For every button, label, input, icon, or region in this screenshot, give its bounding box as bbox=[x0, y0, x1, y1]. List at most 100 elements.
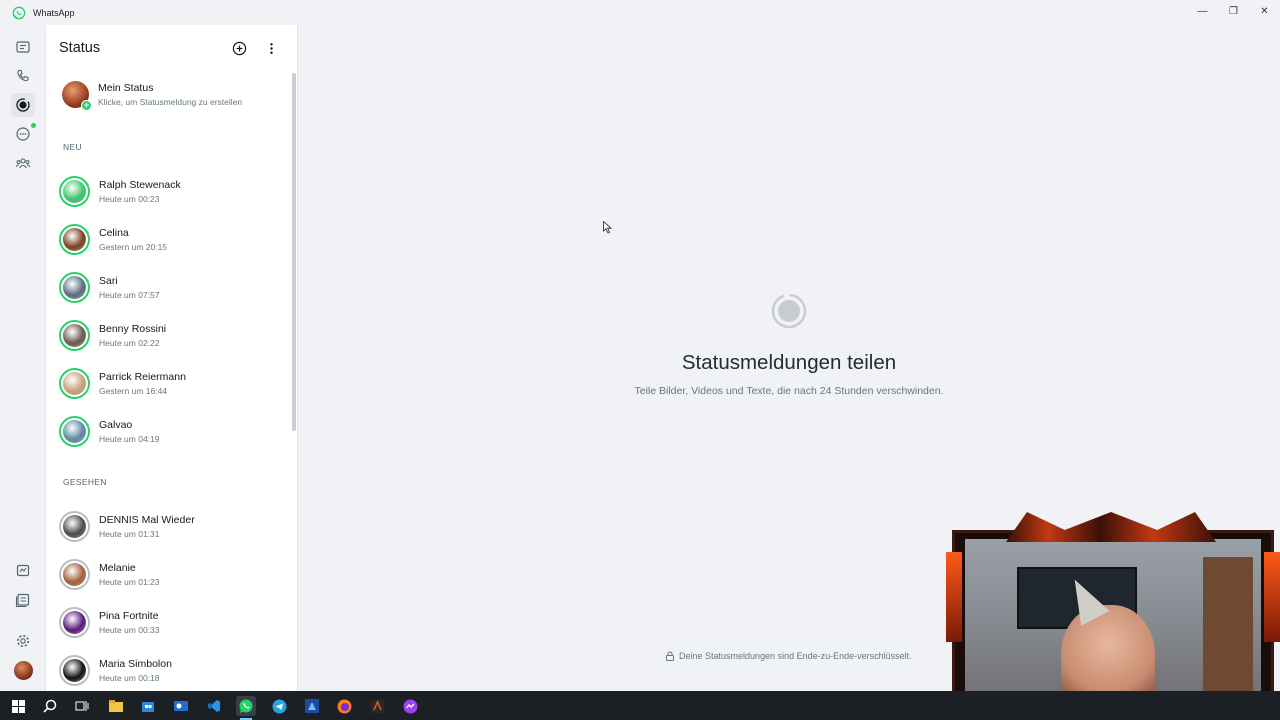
rail-starred-button[interactable] bbox=[11, 559, 35, 583]
status-item-new[interactable]: Sari Heute um 07:57 bbox=[46, 265, 290, 309]
status-icon bbox=[16, 98, 30, 112]
status-item-seen[interactable]: Maria Simbolon Heute um 00:18 bbox=[46, 648, 290, 691]
section-label-seen: GESEHEN bbox=[63, 477, 107, 487]
status-time: Heute um 04:19 bbox=[99, 433, 160, 444]
webcam-feed bbox=[965, 539, 1261, 709]
encryption-note: Deine Statusmeldungen sind Ende-zu-Ende-… bbox=[665, 651, 912, 661]
my-status-item[interactable]: + Mein Status Klicke, um Statusmeldung z… bbox=[46, 73, 290, 115]
status-ring bbox=[59, 510, 90, 542]
section-label-new: NEU bbox=[63, 142, 82, 152]
status-panel-header: Status bbox=[46, 25, 297, 71]
communities-icon bbox=[15, 158, 31, 169]
contact-name: DENNIS Mal Wieder bbox=[99, 513, 195, 526]
rail-archive-button[interactable] bbox=[11, 588, 35, 612]
rail-chats-button[interactable] bbox=[11, 35, 35, 59]
rail-communities-button[interactable] bbox=[11, 151, 35, 175]
status-panel: Status + Mein Status Klicke, um Statusme… bbox=[46, 25, 298, 691]
rail-status-button[interactable] bbox=[11, 93, 35, 117]
menu-button[interactable] bbox=[260, 37, 282, 59]
contact-name: Benny Rossini bbox=[99, 322, 167, 335]
firefox-icon bbox=[337, 699, 351, 713]
status-item-seen[interactable]: DENNIS Mal Wieder Heute um 01:31 bbox=[46, 504, 290, 548]
azure-button[interactable] bbox=[302, 696, 322, 716]
contact-avatar bbox=[63, 371, 86, 395]
start-button[interactable] bbox=[8, 696, 28, 716]
close-icon: ✕ bbox=[1260, 5, 1269, 17]
minimize-icon: — bbox=[1197, 5, 1208, 17]
start-icon bbox=[11, 699, 25, 713]
status-item-new[interactable]: Parrick Reiermann Gestern um 16:44 bbox=[46, 361, 290, 405]
add-plus-icon: + bbox=[81, 99, 92, 111]
contact-avatar bbox=[63, 514, 86, 538]
firefox-button[interactable] bbox=[334, 696, 354, 716]
channels-unread-dot bbox=[31, 123, 36, 128]
lock-icon bbox=[666, 651, 674, 661]
search-button[interactable] bbox=[40, 696, 60, 716]
status-ring bbox=[59, 558, 90, 590]
contact-avatar bbox=[63, 323, 86, 347]
store-button[interactable] bbox=[138, 696, 158, 716]
file-explorer-button[interactable] bbox=[106, 696, 126, 716]
contact-name: Ralph Stewenack bbox=[99, 178, 181, 191]
whatsapp-icon bbox=[239, 699, 253, 713]
app-button[interactable] bbox=[367, 696, 387, 716]
status-icon bbox=[771, 293, 807, 329]
status-ring bbox=[59, 223, 90, 255]
status-time: Heute um 01:23 bbox=[99, 576, 160, 587]
task-view-icon bbox=[75, 701, 89, 711]
status-ring bbox=[59, 319, 90, 351]
vs-code-button[interactable] bbox=[204, 696, 224, 716]
app-icon bbox=[370, 699, 384, 713]
channels-icon bbox=[16, 127, 30, 141]
azure-icon bbox=[305, 699, 319, 713]
window-title: WhatsApp bbox=[33, 7, 75, 18]
messenger-icon bbox=[403, 699, 417, 713]
close-button[interactable]: ✕ bbox=[1249, 0, 1280, 22]
webcam-background-door bbox=[1203, 557, 1253, 707]
contact-name: Parrick Reiermann bbox=[99, 370, 186, 383]
my-status-avatar: + bbox=[62, 80, 92, 111]
status-list-scrollbar[interactable] bbox=[292, 73, 296, 431]
status-item-seen[interactable]: Melanie Heute um 01:23 bbox=[46, 552, 290, 596]
messenger-button[interactable] bbox=[400, 696, 420, 716]
outlook-icon bbox=[174, 701, 188, 711]
contact-avatar bbox=[63, 658, 86, 682]
restore-button[interactable]: ❐ bbox=[1218, 0, 1249, 22]
status-time: Heute um 07:57 bbox=[99, 289, 160, 300]
task-view-button[interactable] bbox=[72, 696, 92, 716]
mouse-cursor-icon bbox=[603, 221, 612, 234]
contact-name: Sari bbox=[99, 274, 118, 287]
my-status-name: Mein Status bbox=[98, 81, 154, 94]
status-ring bbox=[59, 654, 90, 686]
outlook-button[interactable] bbox=[171, 696, 191, 716]
status-item-seen[interactable]: Pina Fortnite Heute um 00:33 bbox=[46, 600, 290, 644]
profile-avatar[interactable] bbox=[14, 661, 33, 680]
panel-title: Status bbox=[59, 40, 101, 56]
starred-messages-icon bbox=[16, 564, 30, 577]
taskbar bbox=[0, 691, 1280, 720]
minimize-button[interactable]: — bbox=[1187, 0, 1218, 22]
contact-avatar bbox=[63, 179, 86, 203]
status-ring bbox=[59, 271, 90, 303]
rail-calls-button[interactable] bbox=[11, 64, 35, 88]
settings-icon bbox=[17, 635, 29, 647]
contact-name: Pina Fortnite bbox=[99, 609, 159, 622]
telegram-icon bbox=[272, 699, 286, 713]
rail-settings-button[interactable] bbox=[11, 629, 35, 653]
navigation-rail bbox=[0, 25, 46, 691]
whatsapp-taskbar-button[interactable] bbox=[236, 696, 256, 720]
status-item-new[interactable]: Ralph Stewenack Heute um 00:23 bbox=[46, 169, 290, 213]
webcam-frame-glow-left bbox=[946, 552, 962, 642]
contact-avatar bbox=[63, 610, 86, 634]
file-explorer-icon bbox=[109, 700, 123, 712]
status-item-new[interactable]: Galvao Heute um 04:19 bbox=[46, 409, 290, 453]
title-bar: WhatsApp — ❐ ✕ bbox=[0, 0, 1280, 25]
status-time: Heute um 00:33 bbox=[99, 624, 160, 635]
store-icon bbox=[142, 702, 154, 712]
add-status-button[interactable] bbox=[228, 37, 250, 59]
webcam-overlay bbox=[946, 512, 1280, 720]
status-item-new[interactable]: Benny Rossini Heute um 02:22 bbox=[46, 313, 290, 357]
status-item-new[interactable]: Celina Gestern um 20:15 bbox=[46, 217, 290, 261]
telegram-button[interactable] bbox=[269, 696, 289, 716]
contact-name: Celina bbox=[99, 226, 129, 239]
